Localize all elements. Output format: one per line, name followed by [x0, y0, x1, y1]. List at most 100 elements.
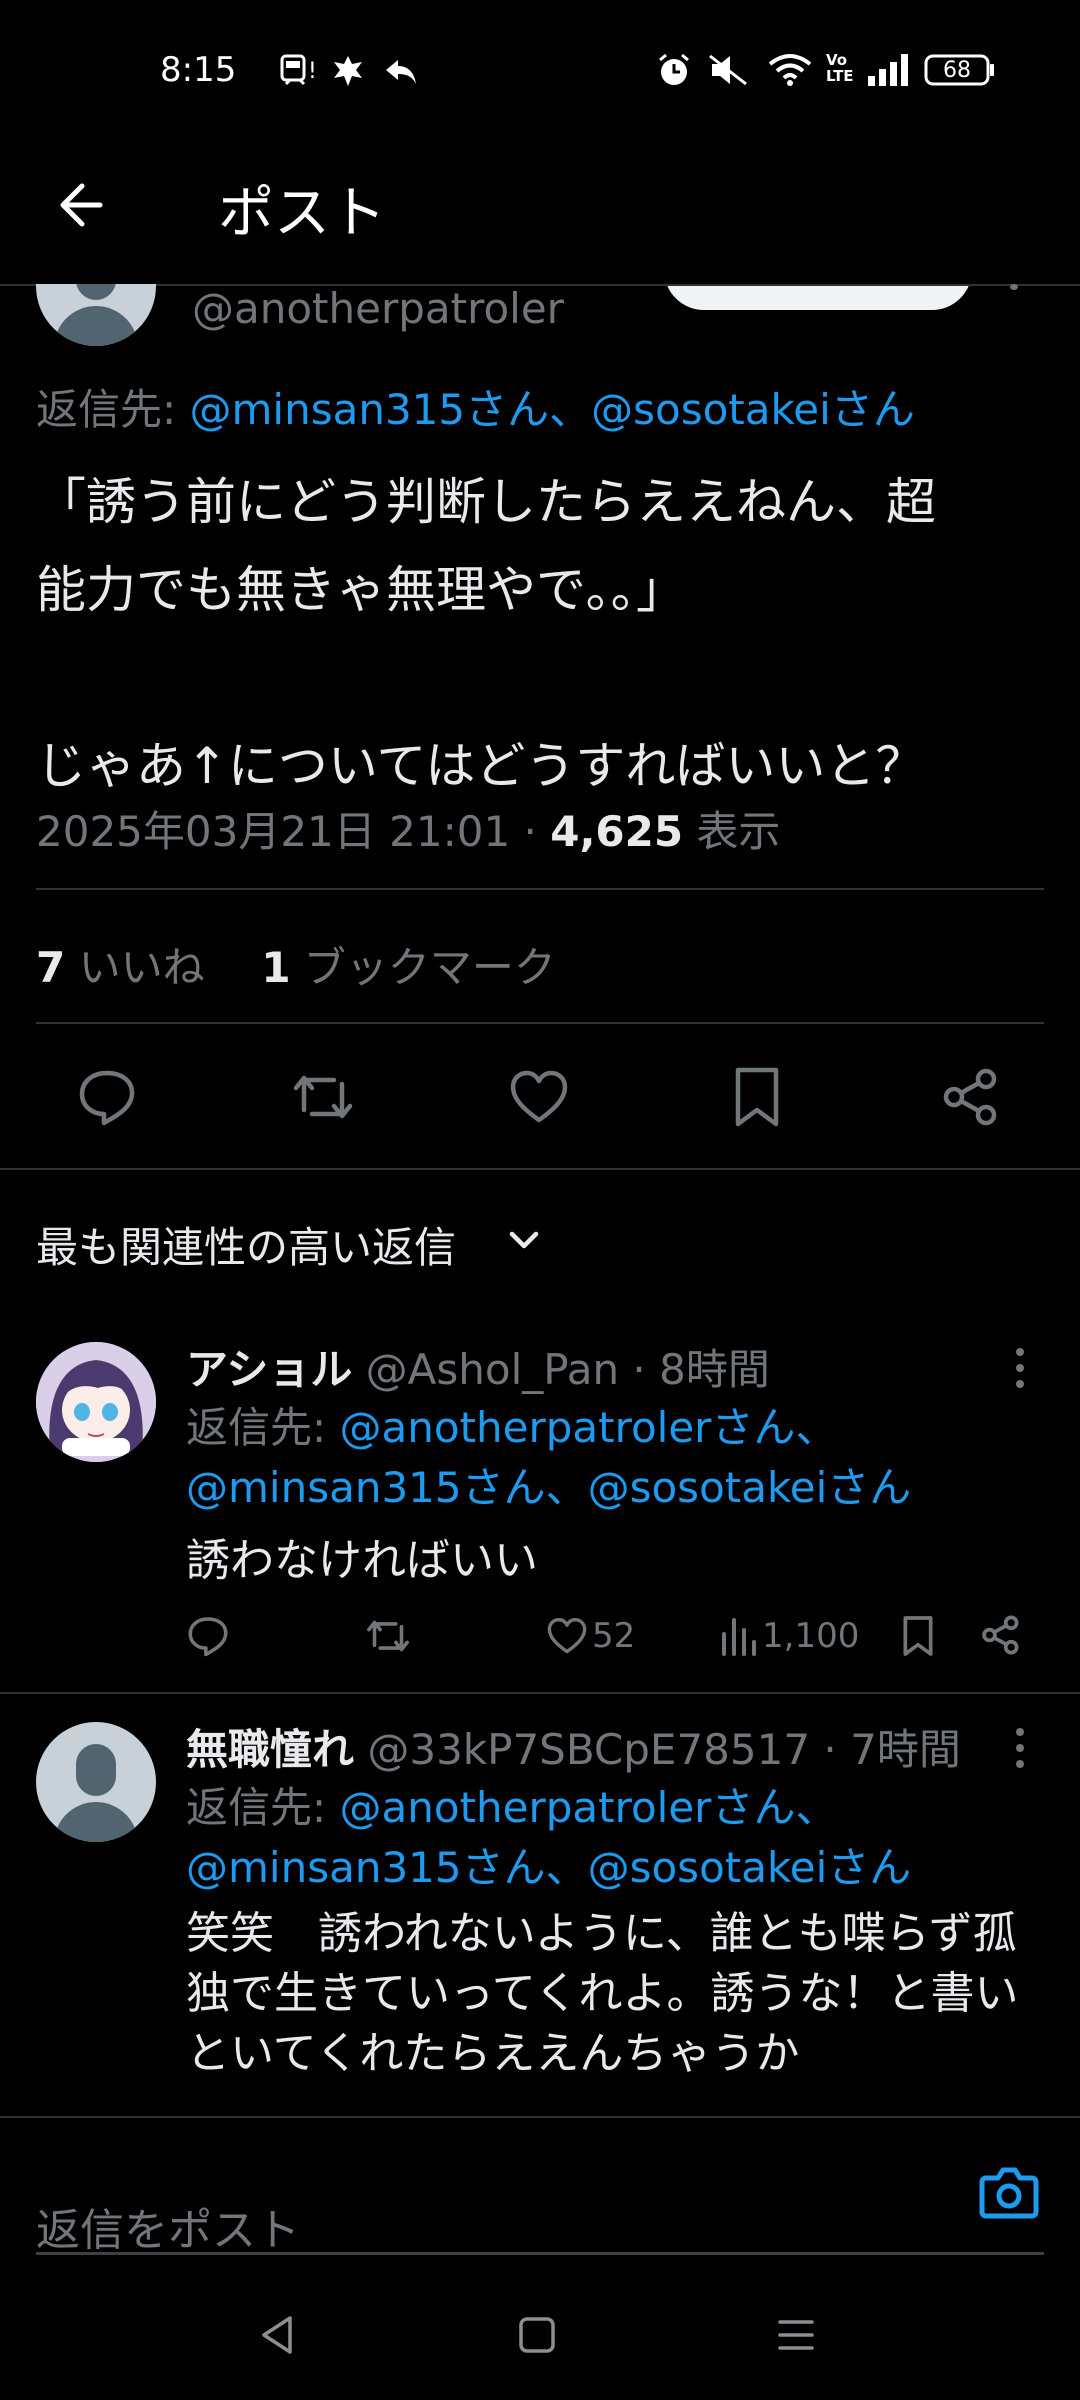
- reply-to-targets[interactable]: @anotherpatrolerさん、: [340, 1783, 838, 1832]
- divider: [36, 888, 1044, 890]
- reply-avatar[interactable]: [36, 1342, 156, 1462]
- system-nav-bar: [0, 2270, 1080, 2400]
- anime-avatar-icon: [36, 1342, 156, 1462]
- reply-views-count: 1,100: [762, 1616, 860, 1656]
- reply-to-targets[interactable]: @anotherpatrolerさん、: [340, 1403, 838, 1452]
- reply-more-icon[interactable]: [1010, 1726, 1030, 1770]
- reply-to-targets[interactable]: @minsan315さん、@sosotakeiさん: [190, 385, 915, 434]
- share-icon: [982, 1615, 1019, 1655]
- battery-level: 68: [943, 58, 971, 83]
- reply-icon: [79, 1070, 135, 1126]
- reply-views-button[interactable]: 1,100: [718, 1614, 859, 1658]
- reply-text-line: 笑笑 誘われないように、誰とも喋らず孤: [186, 1908, 1017, 1959]
- post-text: 「誘う前にどう判断したらええねん、超 能力でも無きゃ無理やで｡｡」 じゃあ↑につ…: [36, 458, 936, 810]
- reply-icon: [188, 1617, 228, 1657]
- reply-input[interactable]: 返信をポスト: [36, 2194, 300, 2258]
- back-arrow-icon: [60, 183, 103, 227]
- reply-text: 笑笑 誘われないように、誰とも喋らず孤 独で生きていってくれよ。誘うな！と書い …: [186, 1904, 1018, 2084]
- reply-text-line: 独で生きていってくれよ。誘うな！と書い: [186, 1968, 1019, 2019]
- reply-to-line: 返信先: @anotherpatrolerさん、 @minsan315さん、@s…: [186, 1398, 911, 1518]
- reply-like-count: 52: [592, 1616, 636, 1656]
- train-notification-icon: !: [278, 54, 318, 88]
- divider: [0, 1692, 1080, 1694]
- status-bar: 8:15 ! Vo LTE 68: [0, 0, 1080, 140]
- composer-underline: [36, 2252, 1044, 2255]
- reply-to-targets[interactable]: @minsan315さん、@sosotakeiさん: [186, 1838, 911, 1898]
- repost-button[interactable]: [290, 1066, 356, 1128]
- volte-icon: Vo LTE: [826, 51, 854, 85]
- reply-author-meta[interactable]: @33kP7SBCpE78517 · 7時間: [354, 1725, 960, 1774]
- reply-more-icon[interactable]: [1010, 1346, 1030, 1390]
- share-button[interactable]: [940, 1066, 1002, 1128]
- replies-sort-dropdown[interactable]: 最も関連性の高い返信: [36, 1214, 456, 1275]
- like-button[interactable]: [508, 1068, 570, 1126]
- bookmarks-label: ブックマーク: [290, 943, 556, 992]
- bookmarks-count: 1: [261, 943, 291, 992]
- reply-to-targets[interactable]: @minsan315さん、@sosotakeiさん: [186, 1458, 911, 1518]
- views-chart-icon: [722, 1618, 756, 1656]
- post-text-line: じゃあ↑についてはどうすればいいと？: [36, 737, 926, 795]
- post-text-line: 「誘う前にどう判断したらええねん、超: [36, 473, 936, 531]
- reply-to-prefix: 返信先:: [186, 1403, 340, 1452]
- reply-to-prefix: 返信先:: [186, 1783, 340, 1832]
- camera-icon: [979, 2167, 1039, 2219]
- follow-button-partial[interactable]: [664, 286, 972, 310]
- nav-home-icon[interactable]: [518, 2316, 556, 2354]
- divider: [0, 1168, 1080, 1170]
- wifi-icon: [768, 52, 812, 88]
- likes-label: いいね: [65, 943, 205, 992]
- reply-author-name[interactable]: アショル: [186, 1345, 352, 1394]
- post-timestamp[interactable]: 2025年03月21日 21:01 ·: [36, 807, 550, 856]
- author-avatar[interactable]: [36, 284, 156, 346]
- reply-to-line: 返信先: @anotherpatrolerさん、 @minsan315さん、@s…: [186, 1778, 911, 1898]
- bookmark-icon: [735, 1067, 779, 1127]
- app-notification-icon: [330, 54, 366, 88]
- post-text-line: 能力でも無きゃ無理やで｡｡」: [36, 561, 686, 619]
- reply-composer: 返信をポスト: [0, 2116, 1080, 2268]
- reply-author-meta[interactable]: @Ashol_Pan · 8時間: [352, 1345, 770, 1394]
- camera-button[interactable]: [978, 2164, 1040, 2220]
- bookmark-button[interactable]: [730, 1066, 784, 1128]
- reply-notification-icon: [382, 56, 420, 86]
- views-count: 4,625: [550, 807, 684, 856]
- chevron-down-icon[interactable]: [506, 1226, 542, 1256]
- reply-header: 無職憧れ @33kP7SBCpE78517 · 7時間: [186, 1716, 961, 1777]
- reply-text: 誘わなければいい: [186, 1535, 538, 1586]
- engagement-stats: 7 いいね 1 ブックマーク: [36, 934, 556, 995]
- reply-button[interactable]: [76, 1066, 138, 1128]
- bookmark-icon: [903, 1616, 933, 1656]
- author-handle[interactable]: @anotherpatroler: [192, 284, 564, 333]
- reply-avatar[interactable]: [36, 1722, 156, 1842]
- heart-icon: [510, 1070, 568, 1123]
- signal-icon: [866, 52, 910, 88]
- nav-back-icon[interactable]: [258, 2314, 298, 2356]
- status-time: 8:15: [160, 50, 237, 90]
- repost-icon: [293, 1075, 353, 1119]
- likes-stat[interactable]: 7 いいね: [36, 943, 205, 992]
- reply-text-line: といてくれたらええんちゃうか: [186, 2028, 800, 2079]
- heart-icon: [547, 1618, 587, 1654]
- share-icon: [943, 1068, 997, 1126]
- reply-like-button[interactable]: 52: [546, 1616, 635, 1656]
- reply-repost-button[interactable]: [364, 1614, 412, 1658]
- repost-icon: [367, 1620, 409, 1652]
- post-more-icon-partial[interactable]: [1010, 284, 1018, 290]
- reply-to-prefix: 返信先:: [36, 385, 190, 434]
- bookmarks-stat[interactable]: 1 ブックマーク: [261, 943, 556, 992]
- back-button[interactable]: [50, 170, 120, 240]
- reply-share-button[interactable]: [980, 1614, 1022, 1656]
- likes-count: 7: [36, 943, 66, 992]
- mute-icon: [706, 52, 750, 88]
- reply-header: アショル @Ashol_Pan · 8時間: [186, 1336, 770, 1397]
- views-label: 表示: [683, 807, 781, 856]
- reply-bookmark-button[interactable]: [900, 1614, 936, 1658]
- page-title: ポスト: [218, 181, 386, 246]
- replies-sort-label: 最も関連性の高い返信: [36, 1223, 457, 1272]
- reply-reply-button[interactable]: [186, 1614, 230, 1658]
- svg-text:!: !: [308, 59, 317, 84]
- nav-menu-icon[interactable]: [776, 2316, 816, 2354]
- alarm-icon: [656, 52, 692, 88]
- reply-author-name[interactable]: 無職憧れ: [186, 1725, 354, 1774]
- post-meta: 2025年03月21日 21:01 · 4,625 表示: [36, 798, 780, 859]
- divider: [36, 1022, 1044, 1024]
